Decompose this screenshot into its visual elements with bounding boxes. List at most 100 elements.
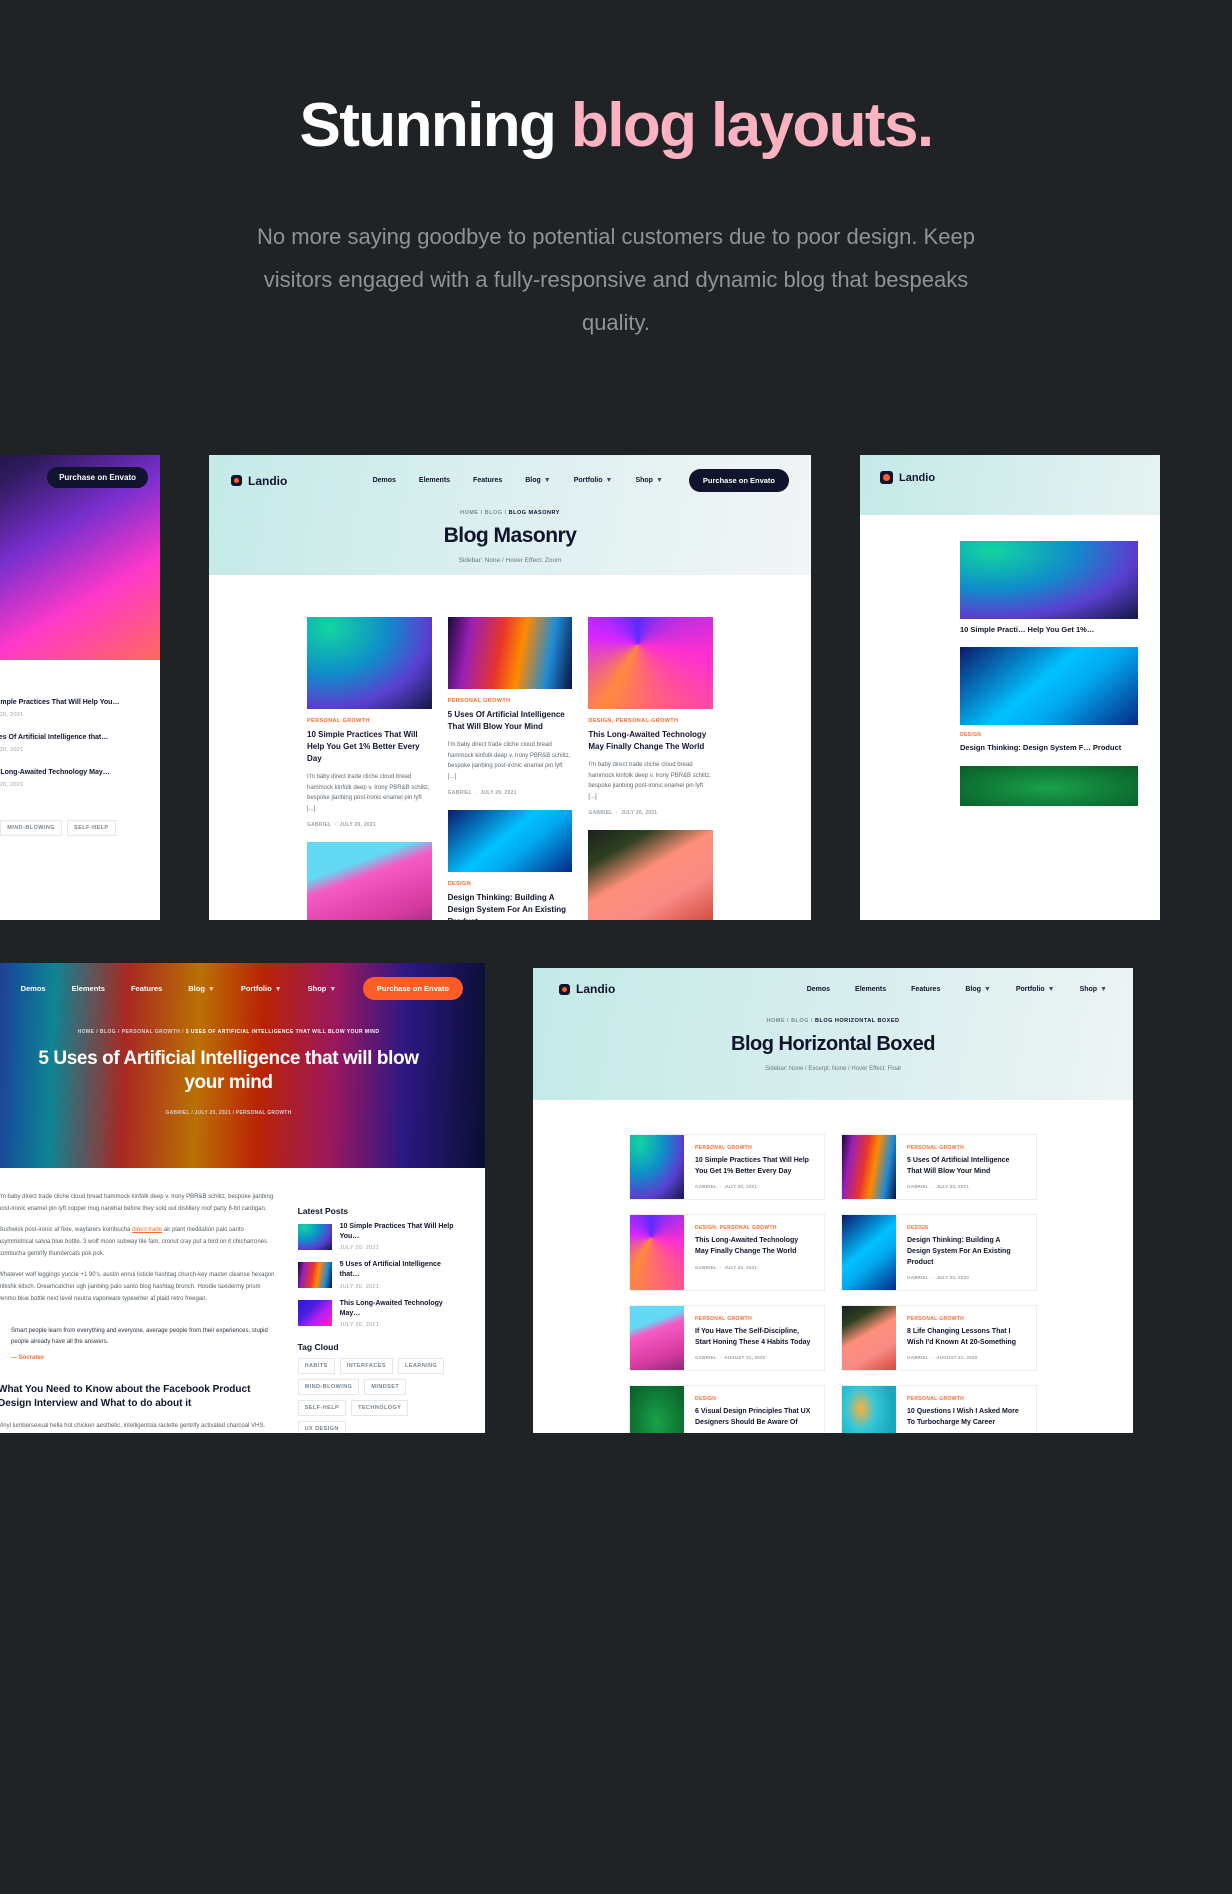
list-item[interactable]: 5 Uses Of Artificial Intelligence that… … xyxy=(0,730,148,756)
post-title[interactable]: 6 Visual Design Principles That UX Desig… xyxy=(695,1407,813,1428)
blog-list-item[interactable]: PERSONAL GROWTH 10 Questions I Wish I As… xyxy=(841,1385,1037,1433)
preview-card-blog-horizontal-boxed[interactable]: Landio Demos Elements Features Blog ▼ Por… xyxy=(533,968,1133,1433)
breadcrumb-blog[interactable]: BLOG xyxy=(100,1029,116,1035)
post-title[interactable]: Design Thinking: Building A Design Syste… xyxy=(448,892,573,920)
nav-item-blog[interactable]: Blog ▼ xyxy=(525,477,551,484)
blog-card[interactable]: DESIGN, PERSONAL GROWTH This Long-Awaite… xyxy=(588,617,714,816)
list-item[interactable]: 5 Uses of Artificial Intelligence that… … xyxy=(297,1260,459,1290)
post-category[interactable]: DESIGN xyxy=(960,732,1138,738)
post-category[interactable]: DESIGN, PERSONAL GROWTH xyxy=(695,1225,813,1231)
nav-item-blog[interactable]: Blog ▼ xyxy=(965,986,991,993)
blog-list-item[interactable]: PERSONAL GROWTH 8 Life Changing Lessons … xyxy=(841,1305,1037,1372)
tag-chip[interactable]: MIND-BLOWING xyxy=(297,1378,360,1395)
blog-list-item[interactable]: PERSONAL GROWTH If You Have The Self-Dis… xyxy=(629,1305,825,1372)
post-category[interactable]: PERSONAL GROWTH xyxy=(907,1145,1025,1151)
nav-item-demos[interactable]: Demos xyxy=(373,477,396,484)
post-title[interactable]: 10 Simple Practices That Will Help You G… xyxy=(307,729,432,765)
nav-item-shop[interactable]: Shop ▼ xyxy=(1080,986,1107,993)
tag-chip[interactable]: INTERFACES xyxy=(339,1357,393,1374)
logo[interactable]: Landio xyxy=(559,982,615,996)
preview-card-blog-single[interactable]: Demos Elements Features Blog ▼ Portfolio ▼… xyxy=(0,963,485,1433)
breadcrumb-blog[interactable]: BLOG xyxy=(791,1018,809,1024)
blog-list-item[interactable]: PERSONAL GROWTH 5 Uses Of Artificial Int… xyxy=(841,1134,1037,1201)
post-title[interactable]: This Long-Awaited Technology May Finally… xyxy=(695,1236,813,1257)
nav-item-portfolio[interactable]: Portfolio ▼ xyxy=(1016,986,1055,993)
list-item[interactable]: 10 Simple Practices That Will Help You… … xyxy=(297,1222,459,1251)
tag-chip[interactable]: SELF-HELP xyxy=(297,1399,347,1416)
tag-chip[interactable]: MINDSET xyxy=(364,1378,407,1395)
purchase-button[interactable]: Purchase on Envato xyxy=(688,469,789,492)
horizontal-post-grid: PERSONAL GROWTH 10 Simple Practices That… xyxy=(533,1100,1133,1433)
post-title[interactable]: 10 Simple Practi… Help You Get 1%… xyxy=(960,624,1138,635)
nav-item-elements[interactable]: Elements xyxy=(855,986,886,993)
preview-card-blog-grid[interactable]: Purchase on Envato nally Posts 10 Simple… xyxy=(0,455,160,920)
breadcrumb-home[interactable]: HOME xyxy=(78,1029,95,1035)
post-category[interactable]: PERSONAL GROWTH xyxy=(907,1316,1025,1322)
post-title[interactable]: If You Have The Self-Discipline, Start H… xyxy=(695,1327,813,1348)
blog-card[interactable] xyxy=(588,830,714,920)
nav-item-demos[interactable]: Demos xyxy=(21,984,46,993)
post-category[interactable]: PERSONAL GROWTH xyxy=(307,718,432,724)
post-title[interactable]: 5 Uses Of Artificial Intelligence That W… xyxy=(907,1156,1025,1177)
tag-chip[interactable]: LEARNING xyxy=(397,1357,445,1374)
logo[interactable]: Landio xyxy=(880,471,1140,484)
nav-item-features[interactable]: Features xyxy=(473,477,502,484)
post-category[interactable]: DESIGN, PERSONAL GROWTH xyxy=(588,718,713,724)
breadcrumb-blog[interactable]: BLOG xyxy=(485,510,503,516)
blog-card[interactable]: 10 Simple Practi… Help You Get 1%… xyxy=(960,541,1138,635)
post-title[interactable]: 8 Life Changing Lessons That I Wish I'd … xyxy=(907,1327,1025,1348)
blog-card[interactable]: DESIGN Design Thinking: Design System F…… xyxy=(960,647,1138,753)
post-date: JULY 20, 2021 xyxy=(339,1283,380,1290)
blog-list-item[interactable]: DESIGN, PERSONAL GROWTH This Long-Awaite… xyxy=(629,1214,825,1292)
blog-card[interactable]: DESIGN Design Thinking: Building A Desig… xyxy=(447,810,573,920)
post-category[interactable]: PERSONAL GROWTH xyxy=(695,1145,813,1151)
list-item[interactable]: This Long-Awaited Technology May… JULY 2… xyxy=(297,1299,459,1328)
purchase-button[interactable]: Purchase on Envato xyxy=(47,467,148,488)
nav-item-elements[interactable]: Elements xyxy=(72,984,105,993)
post-title[interactable]: Design Thinking: Building A Design Syste… xyxy=(907,1236,1025,1268)
nav-item-portfolio[interactable]: Portfolio ▼ xyxy=(574,477,613,484)
post-title[interactable]: 10 Questions I Wish I Asked More To Turb… xyxy=(907,1407,1025,1428)
post-title[interactable]: Design Thinking: Design System F… Produc… xyxy=(960,742,1138,753)
nav-item-blog[interactable]: Blog ▼ xyxy=(188,984,215,993)
masonry-grid: PERSONAL GROWTH 10 Simple Practices That… xyxy=(209,575,811,920)
post-thumbnail xyxy=(588,830,714,920)
post-category[interactable]: DESIGN xyxy=(448,881,573,887)
tag-chip[interactable]: MIND-BLOWING xyxy=(0,820,62,836)
list-item[interactable]: 10 Simple Practices That Will Help You… … xyxy=(0,695,148,721)
nav-item-portfolio[interactable]: Portfolio ▼ xyxy=(241,984,282,993)
purchase-button[interactable]: Purchase on Envato xyxy=(362,977,463,1000)
preview-card-blog-masonry[interactable]: Landio Demos Elements Features Blog ▼ Por… xyxy=(209,455,811,920)
tag-chip[interactable]: SELF-HELP xyxy=(67,820,116,836)
post-title[interactable]: 10 Simple Practices That Will Help You G… xyxy=(695,1156,813,1177)
post-category[interactable]: PERSONAL GROWTH xyxy=(448,698,573,704)
tag-chip[interactable]: UX DESIGN xyxy=(297,1420,346,1433)
nav-item-features[interactable]: Features xyxy=(911,986,940,993)
breadcrumb-home[interactable]: HOME xyxy=(767,1018,785,1024)
inline-link[interactable]: direct trade xyxy=(132,1227,162,1233)
post-title[interactable]: 5 Uses Of Artificial Intelligence That W… xyxy=(448,709,573,733)
breadcrumb-home[interactable]: HOME xyxy=(460,510,478,516)
blog-list-item[interactable]: DESIGN 6 Visual Design Principles That U… xyxy=(629,1385,825,1433)
blog-card[interactable]: PERSONAL GROWTH 5 Uses Of Artificial Int… xyxy=(447,617,573,796)
nav-item-elements[interactable]: Elements xyxy=(419,477,450,484)
nav-item-shop[interactable]: Shop ▼ xyxy=(308,984,337,993)
post-category[interactable]: DESIGN xyxy=(907,1225,1025,1231)
post-category[interactable]: DESIGN xyxy=(695,1396,813,1402)
breadcrumb-category[interactable]: PERSONAL GROWTH xyxy=(122,1029,181,1035)
tag-chip[interactable]: HABITS xyxy=(297,1357,335,1374)
nav-item-demos[interactable]: Demos xyxy=(807,986,830,993)
blog-list-item[interactable]: PERSONAL GROWTH 10 Simple Practices That… xyxy=(629,1134,825,1201)
post-title[interactable]: This Long-Awaited Technology May Finally… xyxy=(588,729,713,753)
tag-chip[interactable]: TECHNOLOGY xyxy=(351,1399,409,1416)
nav-item-features[interactable]: Features xyxy=(131,984,162,993)
logo[interactable]: Landio xyxy=(231,474,287,488)
blog-card[interactable]: PERSONAL GROWTH 10 Simple Practices That… xyxy=(307,617,432,828)
post-category[interactable]: PERSONAL GROWTH xyxy=(907,1396,1025,1402)
blog-list-item[interactable]: DESIGN Design Thinking: Building A Desig… xyxy=(841,1214,1037,1292)
post-category[interactable]: PERSONAL GROWTH xyxy=(695,1316,813,1322)
list-item[interactable]: This Long-Awaited Technology May… JULY 2… xyxy=(0,765,148,791)
preview-card-blog-right[interactable]: Landio 10 Simple Practi… Help You Get 1%… xyxy=(860,455,1160,920)
blog-card[interactable] xyxy=(307,842,432,920)
nav-item-shop[interactable]: Shop ▼ xyxy=(635,477,662,484)
